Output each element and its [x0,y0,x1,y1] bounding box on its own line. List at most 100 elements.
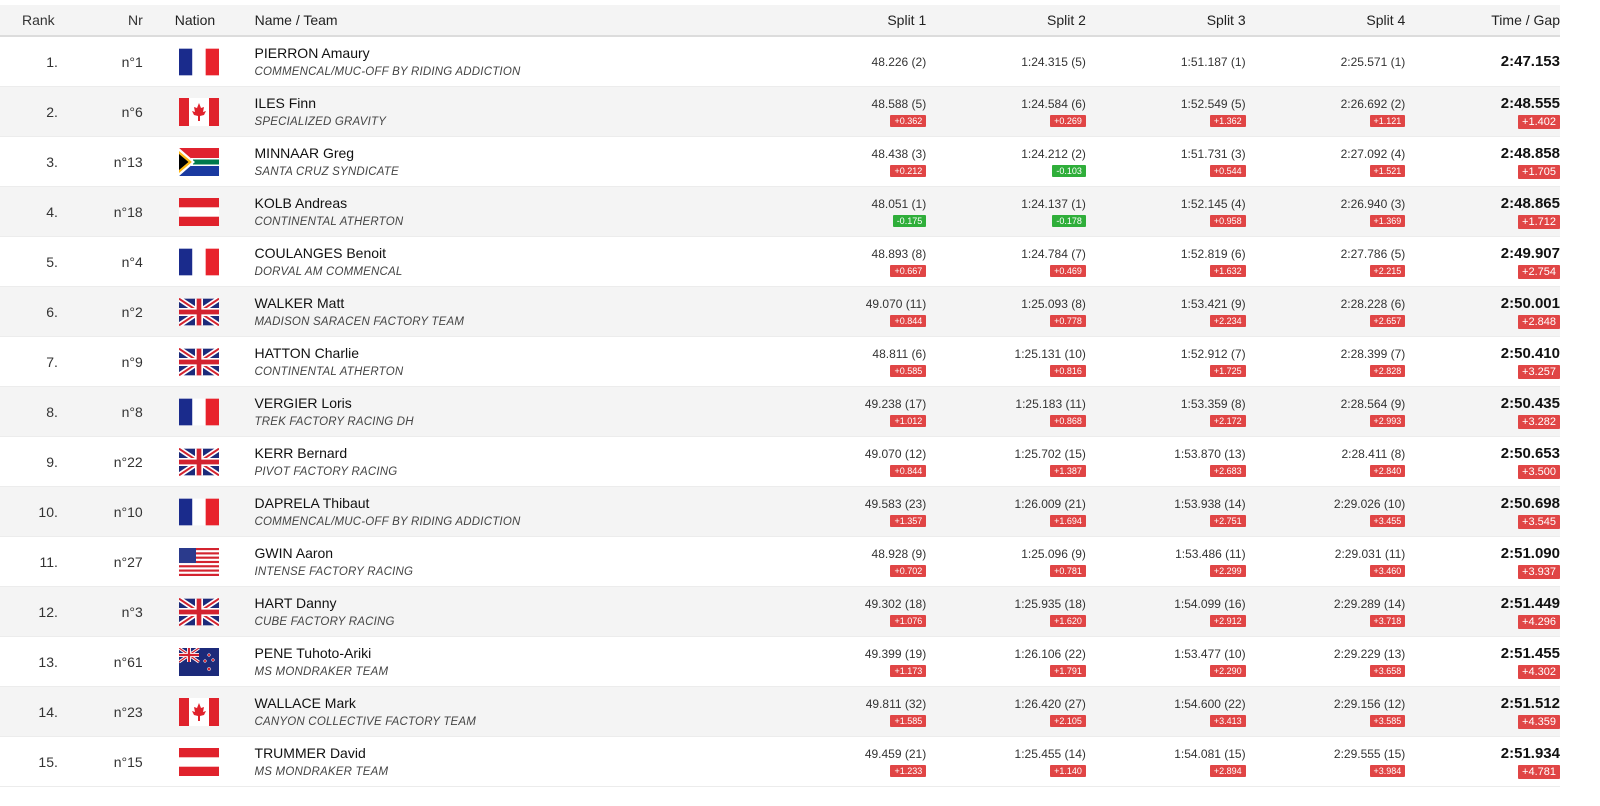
header-nr[interactable]: Nr [58,12,143,28]
time-gap-cell: 2:48.555 +1.402 [1405,95,1560,129]
split-cell: 1:53.938 (14) +2.751 [1086,496,1246,527]
table-row[interactable]: 14. n°23 WALLACE Mark CANYON COLLECTIVE … [0,687,1560,737]
name-team-cell[interactable]: PIERRON Amaury COMMENCAL/MUC-OFF BY RIDI… [255,44,764,80]
table-row[interactable]: 5. n°4 COULANGES Benoit DORVAL AM COMMEN… [0,237,1560,287]
rider-name[interactable]: WALKER Matt [255,294,764,312]
split-time: 1:26.106 (22) [1014,647,1086,661]
gap-badge: +4.302 [1518,664,1560,679]
gap-badge: +1.012 [890,415,927,427]
header-split-1[interactable]: Split 1 [764,12,926,28]
bib-number: n°61 [113,653,143,670]
rank-cell: 12. [38,603,58,620]
nation-cell [143,97,255,126]
gap-badge: +1.121 [1369,115,1406,127]
table-row[interactable]: 1. n°1 PIERRON Amaury COMMENCAL/MUC-OFF … [0,37,1560,87]
rider-name[interactable]: TRUMMER David [255,744,764,762]
gap-badge: +2.754 [1518,264,1560,279]
name-team-cell[interactable]: HART Danny CUBE FACTORY RACING [255,594,764,630]
header-rank[interactable]: Rank [0,12,58,28]
table-row[interactable]: 8. n°8 VERGIER Loris TREK FACTORY RACING… [0,387,1560,437]
split-cell: 1:24.584 (6) +0.269 [926,96,1086,127]
rider-name[interactable]: DAPRELA Thibaut [255,494,764,512]
rider-name[interactable]: GWIN Aaron [255,544,764,562]
name-team-cell[interactable]: TRUMMER David MS MONDRAKER TEAM [255,744,764,780]
split-cell: 1:52.145 (4) +0.958 [1086,196,1246,227]
table-row[interactable]: 4. n°18 KOLB Andreas CONTINENTAL ATHERTO… [0,187,1560,237]
rider-name[interactable]: KOLB Andreas [255,194,764,212]
split-cell: 48.928 (9) +0.702 [764,546,927,577]
name-team-cell[interactable]: WALLACE Mark CANYON COLLECTIVE FACTORY T… [255,694,764,730]
final-time: 2:51.512 [1500,694,1560,712]
rider-name[interactable]: WALLACE Mark [255,694,764,712]
table-row[interactable]: 2. n°6 ILES Finn SPECIALIZED GRAVITY 48.… [0,87,1560,137]
table-row[interactable]: 7. n°9 HATTON Charlie CONTINENTAL ATHERT… [0,337,1560,387]
split-time: 48.928 (9) [871,547,927,561]
split-time: 49.583 (23) [864,497,927,511]
bib-number: n°8 [121,403,143,420]
header-split-4[interactable]: Split 4 [1246,12,1405,28]
rider-name[interactable]: PENE Tuhoto-Ariki [255,644,764,662]
rider-name[interactable]: HART Danny [255,594,764,612]
time-gap-cell: 2:51.449 +4.296 [1405,595,1560,629]
rider-name[interactable]: KERR Bernard [255,444,764,462]
rider-name[interactable]: VERGIER Loris [255,394,764,412]
name-team-cell[interactable]: COULANGES Benoit DORVAL AM COMMENCAL [255,244,764,280]
name-team-cell[interactable]: KOLB Andreas CONTINENTAL ATHERTON [255,194,764,230]
gap-badge: +1.620 [1050,615,1086,627]
split-time: 49.070 (12) [864,447,927,461]
gap-badge: +3.460 [1369,565,1406,577]
header-nation[interactable]: Nation [143,12,255,28]
name-team-cell[interactable]: WALKER Matt MADISON SARACEN FACTORY TEAM [255,294,764,330]
split-cell: 2:29.229 (13) +3.658 [1246,646,1406,677]
split-time: 49.399 (19) [864,647,927,661]
table-row[interactable]: 11. n°27 GWIN Aaron INTENSE FACTORY RACI… [0,537,1560,587]
table-row[interactable]: 10. n°10 DAPRELA Thibaut COMMENCAL/MUC-O… [0,487,1560,537]
split-cell: 2:26.692 (2) +1.121 [1246,96,1406,127]
split-cell: 49.811 (32) +1.585 [764,696,927,727]
team-name: SANTA CRUZ SYNDICATE [254,165,399,178]
name-team-cell[interactable]: MINNAAR Greg SANTA CRUZ SYNDICATE [255,144,764,180]
table-row[interactable]: 9. n°22 KERR Bernard PIVOT FACTORY RACIN… [0,437,1560,487]
split-time: 2:28.564 (9) [1340,397,1406,411]
split-cell: 48.051 (1) -0.175 [764,196,927,227]
name-team-cell[interactable]: ILES Finn SPECIALIZED GRAVITY [255,94,764,130]
table-row[interactable]: 12. n°3 HART Danny CUBE FACTORY RACING 4… [0,587,1560,637]
split-time: 48.051 (1) [871,197,927,211]
rank-cell: 1. [46,53,58,70]
gap-badge: +1.369 [1369,215,1406,227]
table-row[interactable]: 15. n°15 TRUMMER David MS MONDRAKER TEAM… [0,737,1560,787]
rider-name[interactable]: HATTON Charlie [255,344,764,362]
rider-name[interactable]: ILES Finn [255,94,764,112]
split-cell: 1:53.486 (11) +2.299 [1086,546,1246,577]
header-split-2[interactable]: Split 2 [926,12,1086,28]
team-name: SPECIALIZED GRAVITY [254,115,387,128]
nation-cell [143,398,255,426]
bib-number: n°9 [121,353,143,370]
gap-badge: +2.172 [1209,415,1246,427]
gap-badge: +0.544 [1209,165,1246,177]
gap-badge: +3.413 [1209,715,1246,727]
table-row[interactable]: 13. n°61 PENE Tuhoto-Ariki MS MONDRAKER … [0,637,1560,687]
table-row[interactable]: 6. n°2 WALKER Matt MADISON SARACEN FACTO… [0,287,1560,337]
austria-flag [178,747,219,776]
name-team-cell[interactable]: HATTON Charlie CONTINENTAL ATHERTON [255,344,764,380]
nation-cell [143,297,255,326]
gap-badge: +1.725 [1209,365,1246,377]
name-team-cell[interactable]: KERR Bernard PIVOT FACTORY RACING [255,444,764,480]
usa-flag [178,547,219,576]
time-gap-cell: 2:49.907 +2.754 [1405,245,1560,279]
header-time-gap[interactable]: Time / Gap [1405,12,1560,28]
rider-name[interactable]: PIERRON Amaury [255,44,764,62]
header-split-3[interactable]: Split 3 [1086,12,1246,28]
table-row[interactable]: 3. n°13 MINNAAR Greg SANTA CRUZ SYNDICAT… [0,137,1560,187]
rider-name[interactable]: MINNAAR Greg [255,144,764,162]
bib-number: n°18 [113,203,143,220]
name-team-cell[interactable]: VERGIER Loris TREK FACTORY RACING DH [255,394,764,430]
gap-badge: +1.585 [890,715,927,727]
split-cell: 1:26.009 (21) +1.694 [926,496,1086,527]
name-team-cell[interactable]: GWIN Aaron INTENSE FACTORY RACING [255,544,764,580]
name-team-cell[interactable]: DAPRELA Thibaut COMMENCAL/MUC-OFF BY RID… [255,494,764,530]
rider-name[interactable]: COULANGES Benoit [255,244,764,262]
header-name-team[interactable]: Name / Team [255,12,764,28]
name-team-cell[interactable]: PENE Tuhoto-Ariki MS MONDRAKER TEAM [255,644,764,680]
